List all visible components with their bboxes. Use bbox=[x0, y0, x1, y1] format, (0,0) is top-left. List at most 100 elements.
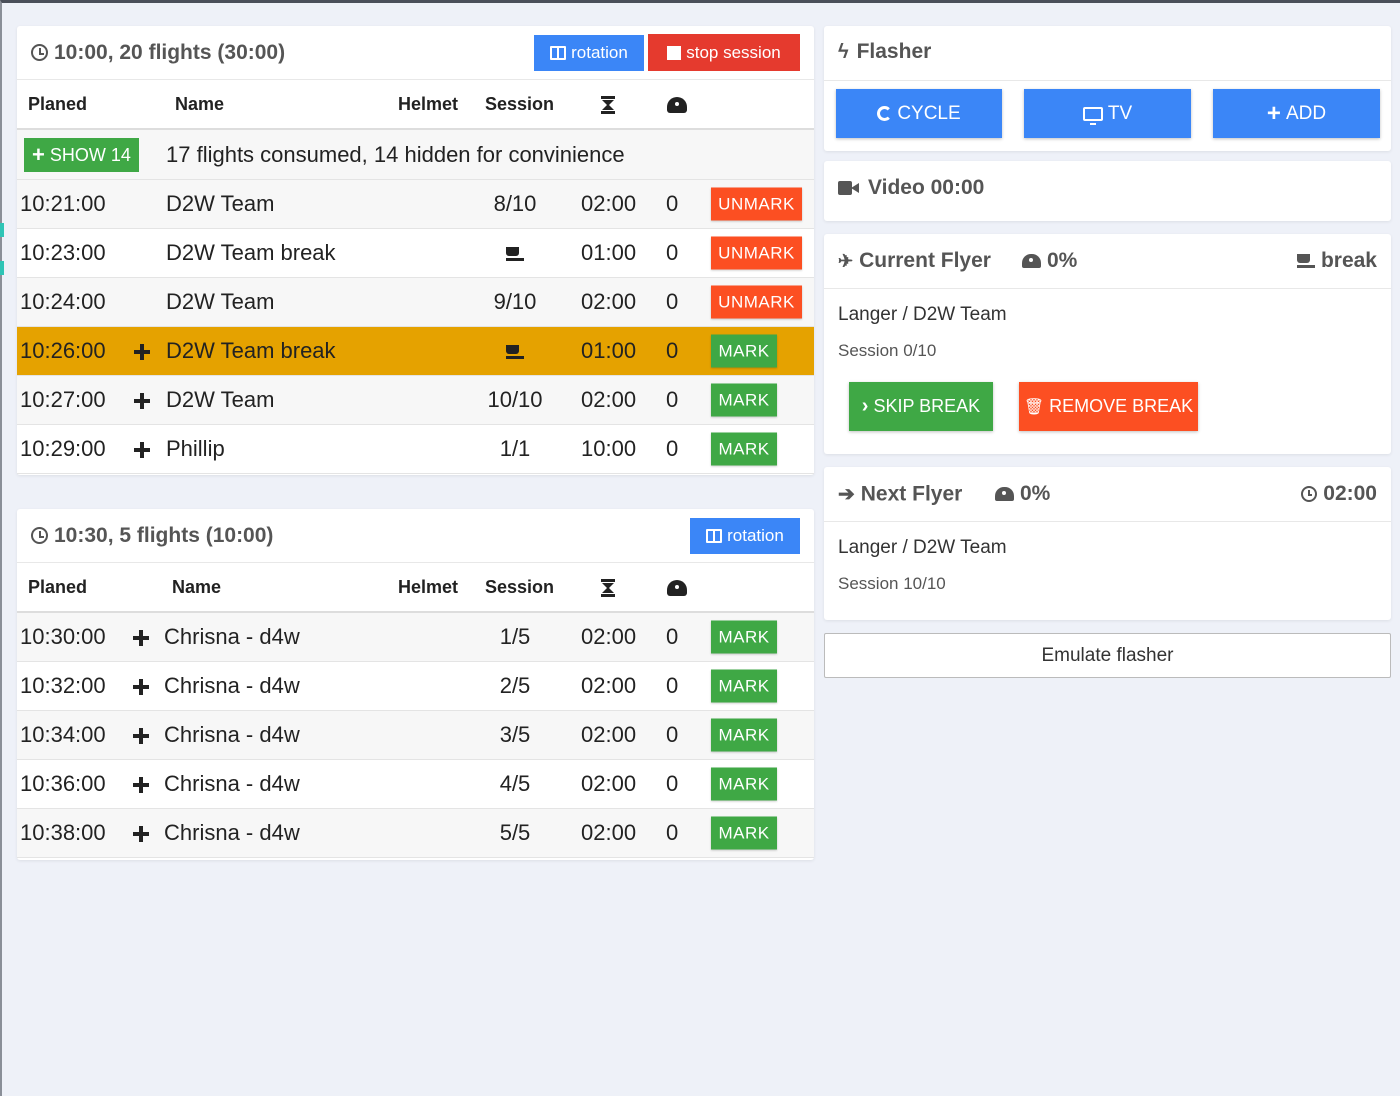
planed-time: 10:30:00 bbox=[20, 624, 106, 649]
tv-icon bbox=[1082, 106, 1103, 125]
drag-handle-icon[interactable] bbox=[132, 629, 150, 647]
drag-handle-icon[interactable] bbox=[132, 678, 150, 696]
session-card-2: 10:30, 5 flights (10:00) rotation Planed… bbox=[17, 509, 814, 860]
flight-duration: 02:00 bbox=[581, 771, 637, 796]
drag-handle-icon[interactable] bbox=[132, 825, 150, 843]
current-flyer-status: break bbox=[1296, 249, 1377, 273]
mark-button[interactable]: MARK bbox=[711, 767, 777, 801]
mark-button[interactable]: MARK bbox=[711, 816, 777, 850]
emulate-flasher-button[interactable]: Emulate flasher bbox=[824, 633, 1391, 678]
table-row: 10:34:00 Chrisna - d4w 3/5 02:00 0 MARK bbox=[17, 711, 814, 760]
skip-break-button[interactable]: › SKIP BREAK bbox=[849, 382, 993, 431]
rotation-label: rotation bbox=[727, 525, 784, 545]
col-helmet: Helmet bbox=[398, 93, 459, 114]
gauge-icon bbox=[667, 97, 687, 113]
planed-time: 10:32:00 bbox=[20, 673, 106, 698]
mark-button[interactable]: MARK bbox=[711, 334, 777, 368]
next-flyer-header: ➔ Next Flyer 0% 02:00 bbox=[824, 467, 1391, 522]
tv-label: TV bbox=[1107, 102, 1133, 124]
hourglass-icon bbox=[601, 579, 615, 597]
flyer-name: D2W Team bbox=[166, 289, 275, 314]
col-helmet: Helmet bbox=[398, 576, 459, 597]
stop-session-button[interactable]: stop session bbox=[648, 34, 800, 71]
table-row: 10:29:00 Phillip 1/1 10:00 0 MARK bbox=[17, 425, 814, 474]
bolt-icon: ϟ bbox=[838, 40, 849, 63]
cycle-button[interactable]: CYCLE bbox=[836, 89, 1002, 138]
speed-count: 0 bbox=[666, 436, 679, 461]
next-flyer-time-text: 02:00 bbox=[1323, 482, 1377, 505]
flyer-name: Chrisna - d4w bbox=[164, 722, 300, 747]
session-count: 9/10 bbox=[493, 289, 537, 314]
speed-count: 0 bbox=[666, 191, 679, 216]
add-button[interactable]: + ADD bbox=[1213, 89, 1380, 138]
flyer-name: Chrisna - d4w bbox=[164, 624, 300, 649]
table-row: 10:30:00 Chrisna - d4w 1/5 02:00 0 MARK bbox=[17, 613, 814, 662]
col-session: Session bbox=[485, 93, 555, 114]
refresh-icon bbox=[877, 106, 893, 121]
hourglass-icon bbox=[601, 96, 615, 114]
gauge-icon bbox=[667, 580, 687, 596]
unmark-button[interactable]: UNMARK bbox=[711, 285, 802, 319]
flyer-name: Chrisna - d4w bbox=[164, 771, 300, 796]
flasher-title-text: Flasher bbox=[856, 40, 932, 63]
col-name: Name bbox=[175, 93, 225, 114]
mark-button[interactable]: MARK bbox=[711, 432, 777, 466]
session-title-text: 10:30, 5 flights (10:00) bbox=[54, 523, 274, 547]
flasher-title: ϟ Flasher bbox=[838, 40, 931, 64]
next-flyer-name: Langer / D2W Team bbox=[838, 537, 1007, 558]
chevron-right-icon: › bbox=[861, 395, 869, 417]
drag-handle-icon[interactable] bbox=[133, 343, 151, 361]
emulate-flasher-label: Emulate flasher bbox=[1041, 644, 1174, 666]
table-header: Planed Name Helmet Session bbox=[17, 80, 814, 130]
rotation-button[interactable]: rotation bbox=[534, 34, 644, 71]
next-flyer-percent-text: 0% bbox=[1020, 482, 1051, 505]
table-row: 10:32:00 Chrisna - d4w 2/5 02:00 0 MARK bbox=[17, 662, 814, 711]
session-title: 10:00, 20 flights (30:00) bbox=[31, 41, 534, 65]
mark-button[interactable]: MARK bbox=[711, 620, 777, 654]
add-label: ADD bbox=[1285, 102, 1327, 124]
col-name: Name bbox=[172, 576, 222, 597]
arrow-right-icon: ➔ bbox=[838, 483, 855, 506]
show-label: SHOW 14 bbox=[49, 144, 131, 165]
current-flyer-status-text: break bbox=[1320, 249, 1377, 272]
rotation-button[interactable]: rotation bbox=[690, 517, 800, 554]
mark-button[interactable]: MARK bbox=[711, 718, 777, 752]
flight-duration: 01:00 bbox=[581, 338, 637, 363]
drag-handle-icon[interactable] bbox=[133, 392, 151, 410]
speed-count: 0 bbox=[666, 338, 679, 363]
drag-handle-icon[interactable] bbox=[133, 441, 151, 459]
flight-duration: 01:00 bbox=[581, 240, 637, 265]
unmark-button[interactable]: UNMARK bbox=[711, 187, 802, 221]
flight-duration: 02:00 bbox=[581, 722, 637, 747]
session-card-1: 10:00, 20 flights (30:00) rotation stop … bbox=[17, 26, 814, 475]
session-count: 3/5 bbox=[499, 722, 531, 747]
table-row: 10:21:00 D2W Team 8/10 02:00 0 UNMARK bbox=[17, 180, 814, 229]
table-header: Planed Name Helmet Session bbox=[17, 563, 814, 613]
mark-button[interactable]: MARK bbox=[711, 383, 777, 417]
session-header: 10:00, 20 flights (30:00) rotation stop … bbox=[17, 26, 814, 80]
current-flyer-percent-text: 0% bbox=[1047, 249, 1078, 272]
flight-duration: 02:00 bbox=[581, 673, 637, 698]
flight-duration: 02:00 bbox=[581, 191, 637, 216]
speed-count: 0 bbox=[666, 240, 679, 265]
remove-break-button[interactable]: 🗑 REMOVE BREAK bbox=[1019, 382, 1198, 431]
drag-handle-icon[interactable] bbox=[132, 727, 150, 745]
next-flyer-percent: 0% bbox=[995, 482, 1050, 506]
unmark-button[interactable]: UNMARK bbox=[711, 236, 802, 270]
tv-button[interactable]: TV bbox=[1024, 89, 1191, 138]
table-row: 10:26:00 D2W Team break 01:00 0 MARK bbox=[17, 327, 814, 376]
stop-session-label: stop session bbox=[686, 42, 781, 62]
flasher-card: ϟ Flasher CYCLE TV + ADD bbox=[824, 26, 1391, 151]
video-title-text: Video 00:00 bbox=[868, 176, 985, 199]
drag-handle-icon[interactable] bbox=[132, 776, 150, 794]
show-hidden-button[interactable]: + SHOW 14 bbox=[24, 138, 139, 172]
session-count: 10/10 bbox=[487, 387, 543, 412]
consumed-row: + SHOW 14 17 flights consumed, 14 hidden… bbox=[17, 130, 814, 180]
table-row: 10:38:00 Chrisna - d4w 5/5 02:00 0 MARK bbox=[17, 809, 814, 858]
mark-button[interactable]: MARK bbox=[711, 669, 777, 703]
flyer-name: Phillip bbox=[166, 436, 225, 461]
gauge-icon bbox=[995, 487, 1014, 501]
planed-time: 10:26:00 bbox=[20, 338, 106, 363]
speed-count: 0 bbox=[666, 673, 679, 698]
planed-time: 10:24:00 bbox=[20, 289, 106, 314]
